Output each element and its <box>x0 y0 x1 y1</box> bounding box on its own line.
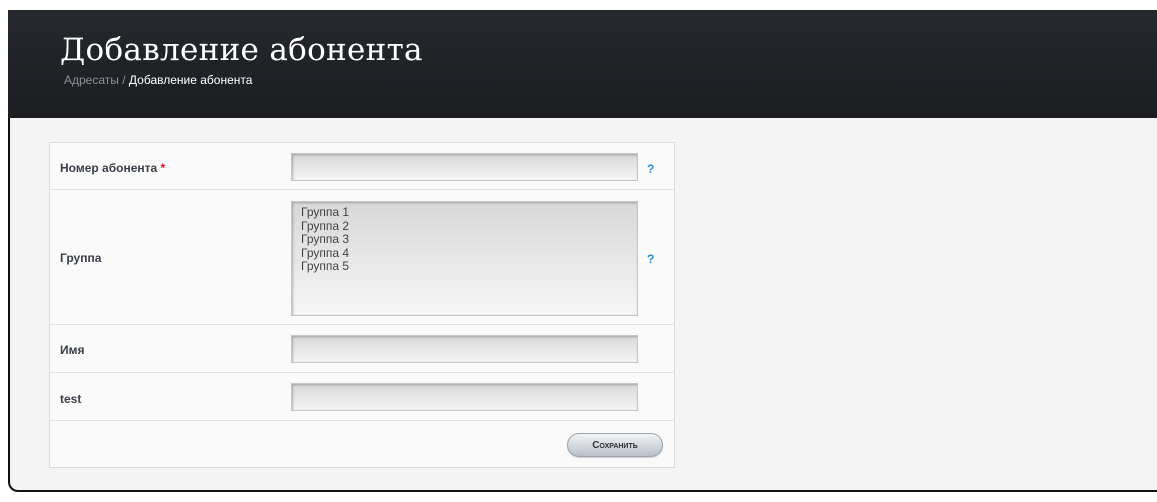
breadcrumb: Адресаты / Добавление абонента <box>64 73 252 87</box>
breadcrumb-current: Добавление абонента <box>128 73 253 87</box>
group-help-icon[interactable]: ? <box>647 252 654 266</box>
group-option[interactable]: Группа 3 <box>301 232 637 247</box>
name-label: Имя <box>60 343 85 357</box>
group-label: Группа <box>60 251 102 265</box>
save-button[interactable]: Сохранить <box>567 433 663 457</box>
number-label-text: Номер абонента <box>60 161 158 175</box>
breadcrumb-separator: / <box>118 73 129 87</box>
number-label: Номер абонента * <box>60 161 165 175</box>
form-row-name: Имя <box>50 325 674 373</box>
number-input[interactable] <box>291 153 638 181</box>
group-option[interactable]: Группа 1 <box>301 205 637 220</box>
page-header: Добавление абонента Адресаты / Добавлени… <box>8 10 1157 118</box>
test-label: test <box>60 392 82 406</box>
page-title: Добавление абонента <box>60 32 423 68</box>
number-help-icon[interactable]: ? <box>647 162 654 176</box>
breadcrumb-link-addressees[interactable]: Адресаты <box>64 73 119 87</box>
name-input[interactable] <box>291 335 638 363</box>
group-option[interactable]: Группа 4 <box>301 246 637 261</box>
group-option[interactable]: Группа 5 <box>301 259 637 274</box>
group-option[interactable]: Группа 2 <box>301 219 637 234</box>
group-listbox[interactable]: Группа 1 Группа 2 Группа 3 Группа 4 Груп… <box>291 201 638 316</box>
form-row-number: Номер абонента * ? <box>50 143 674 190</box>
required-mark: * <box>160 161 166 175</box>
form-row-test: test <box>50 373 674 421</box>
test-input[interactable] <box>291 383 638 411</box>
form-row-group: Группа Группа 1 Группа 2 Группа 3 Группа… <box>50 190 674 325</box>
subscriber-form: Номер абонента * ? Группа Группа 1 Групп… <box>49 142 675 468</box>
